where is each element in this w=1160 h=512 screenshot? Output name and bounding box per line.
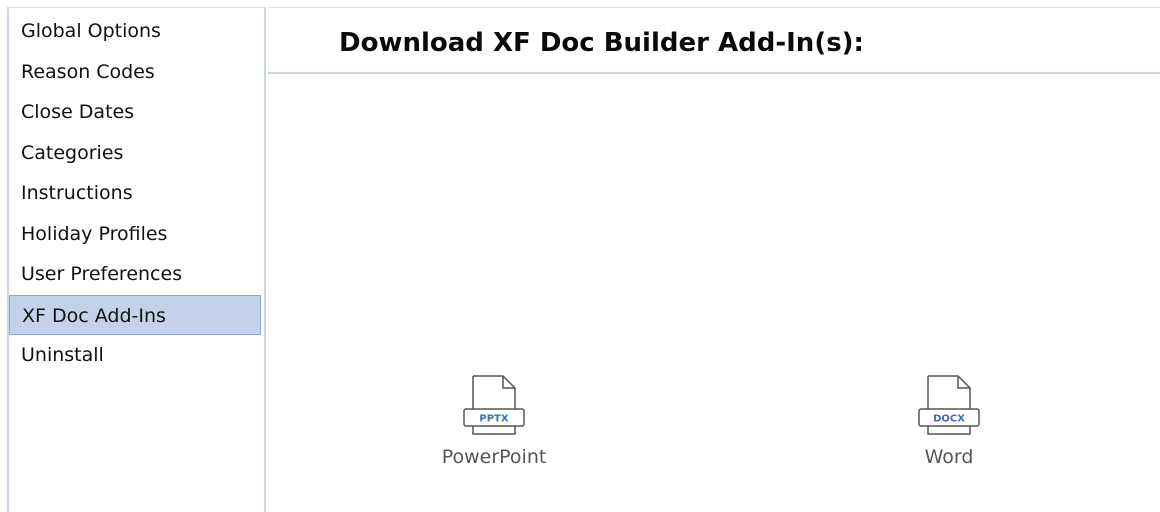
sidebar-item-user-preferences[interactable]: User Preferences — [9, 254, 261, 295]
word-addin-download[interactable]: DOCX Word — [869, 374, 1029, 468]
sidebar: Global Options Reason Codes Close Dates … — [7, 7, 266, 512]
sidebar-item-uninstall[interactable]: Uninstall — [9, 335, 261, 376]
sidebar-item-xf-doc-add-ins[interactable]: XF Doc Add-Ins — [9, 294, 261, 335]
sidebar-item-close-dates[interactable]: Close Dates — [9, 92, 261, 133]
sidebar-item-reason-codes[interactable]: Reason Codes — [9, 52, 261, 93]
pptx-file-icon: PPTX — [463, 375, 525, 435]
page-title: Download XF Doc Builder Add-In(s): — [339, 28, 864, 58]
svg-text:DOCX: DOCX — [933, 414, 965, 425]
powerpoint-label: PowerPoint — [441, 446, 547, 468]
word-label: Word — [924, 446, 974, 468]
docx-file-icon: DOCX — [918, 375, 980, 435]
page-header: Download XF Doc Builder Add-In(s): — [268, 7, 1160, 74]
sidebar-item-global-options[interactable]: Global Options — [9, 11, 261, 52]
powerpoint-addin-download[interactable]: PPTX PowerPoint — [414, 374, 574, 468]
sidebar-item-holiday-profiles[interactable]: Holiday Profiles — [9, 214, 261, 255]
sidebar-item-instructions[interactable]: Instructions — [9, 173, 261, 214]
sidebar-item-categories[interactable]: Categories — [9, 133, 261, 174]
sidebar-nav: Global Options Reason Codes Close Dates … — [9, 8, 264, 376]
svg-text:PPTX: PPTX — [479, 414, 508, 425]
